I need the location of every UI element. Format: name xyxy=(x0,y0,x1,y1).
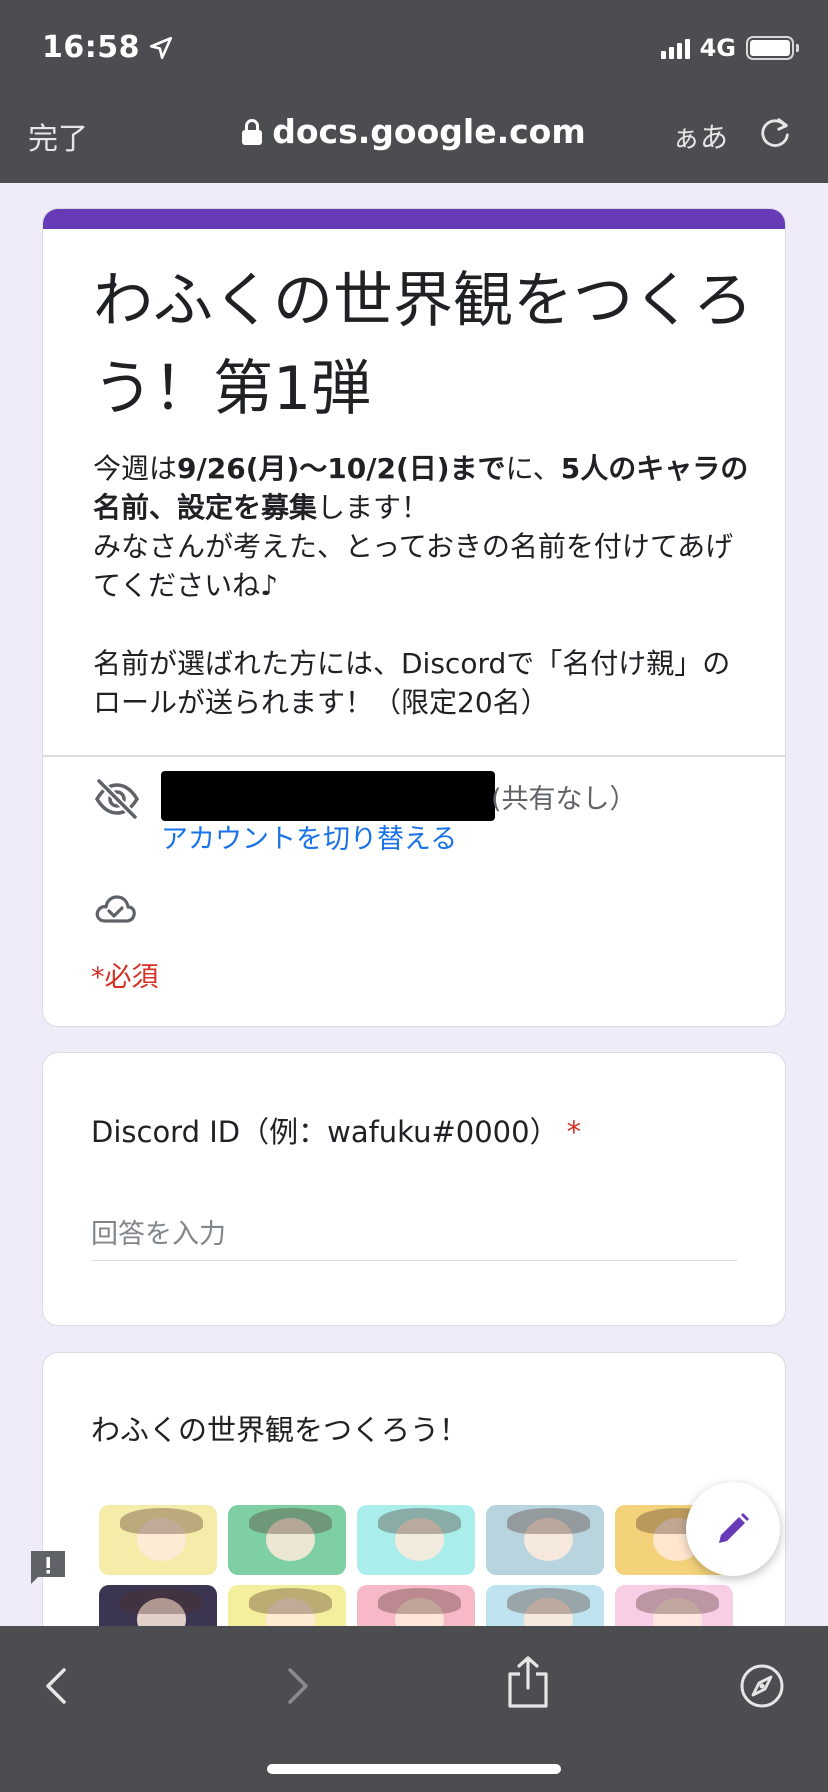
feedback-icon[interactable] xyxy=(28,1548,68,1586)
edit-fab[interactable] xyxy=(686,1482,780,1576)
character-image-tile xyxy=(99,1505,217,1575)
status-indicators: 4G xyxy=(660,34,799,62)
network-type: 4G xyxy=(699,34,736,62)
character-image-tile xyxy=(486,1505,604,1575)
required-asterisk: * xyxy=(566,1115,582,1149)
eye-off-icon xyxy=(94,778,140,820)
character-image-tile xyxy=(228,1505,346,1575)
home-indicator xyxy=(267,1764,561,1774)
pencil-icon xyxy=(719,1513,749,1543)
question-label-text: Discord ID（例：wafuku#0000） xyxy=(91,1115,559,1149)
cloud-check-icon xyxy=(95,895,136,923)
switch-account-link[interactable]: アカウントを切り替える xyxy=(161,817,457,856)
browser-top-bar: 16:58 4G 完了 docs.google.com ぁあ xyxy=(0,0,828,183)
desc-paragraph-3: 名前が選ばれた方には、Discordで「名付け親」のロールが送られます！（限定2… xyxy=(93,647,731,719)
desc-text: します！ xyxy=(317,491,430,524)
redacted-account-email xyxy=(161,771,495,821)
question-label: Discord ID（例：wafuku#0000） * xyxy=(91,1109,581,1151)
battery-icon xyxy=(746,36,799,60)
lock-icon xyxy=(242,118,263,145)
desc-text: 今週は xyxy=(93,452,178,485)
desc-text: に、 xyxy=(505,452,561,485)
form-accent-bar xyxy=(43,209,785,229)
form-header-card: わふくの世界観をつくろう！第1弾 今週は9/26(月)〜10/2(日)までに、5… xyxy=(42,208,786,1027)
status-bar: 16:58 4G xyxy=(0,0,828,100)
compass-icon[interactable] xyxy=(738,1662,786,1710)
discord-id-input[interactable] xyxy=(91,1209,737,1261)
desc-dates: 9/26(月)〜10/2(日)まで xyxy=(177,452,506,485)
required-note: *必須 xyxy=(91,962,159,993)
section-title: わふくの世界観をつくろう！ xyxy=(91,1413,469,1447)
status-time: 16:58 xyxy=(42,30,174,65)
browser-nav-row: 完了 docs.google.com ぁあ xyxy=(0,100,828,170)
character-image-tile xyxy=(357,1505,475,1575)
form-description: 今週は9/26(月)〜10/2(日)までに、5人のキャラの名前、設定を募集します… xyxy=(93,449,753,722)
signal-icon xyxy=(660,37,690,59)
divider xyxy=(43,755,785,757)
reload-icon[interactable] xyxy=(756,114,794,152)
location-arrow-icon xyxy=(149,36,173,59)
form-title: わふくの世界観をつくろう！第1弾 xyxy=(93,266,753,424)
back-icon[interactable] xyxy=(34,1662,82,1710)
unshared-label: (共有なし） xyxy=(491,784,637,815)
text-size-button[interactable]: ぁあ xyxy=(672,116,728,156)
status-time-text: 16:58 xyxy=(42,30,140,65)
forward-icon[interactable] xyxy=(272,1662,320,1710)
question-card-discord-id: Discord ID（例：wafuku#0000） * xyxy=(42,1052,786,1326)
url-text: docs.google.com xyxy=(272,112,586,151)
desc-paragraph-2: みなさんが考えた、とっておきの名前を付けてあげてくださいね♪ xyxy=(93,530,734,602)
share-icon[interactable] xyxy=(502,1654,554,1710)
